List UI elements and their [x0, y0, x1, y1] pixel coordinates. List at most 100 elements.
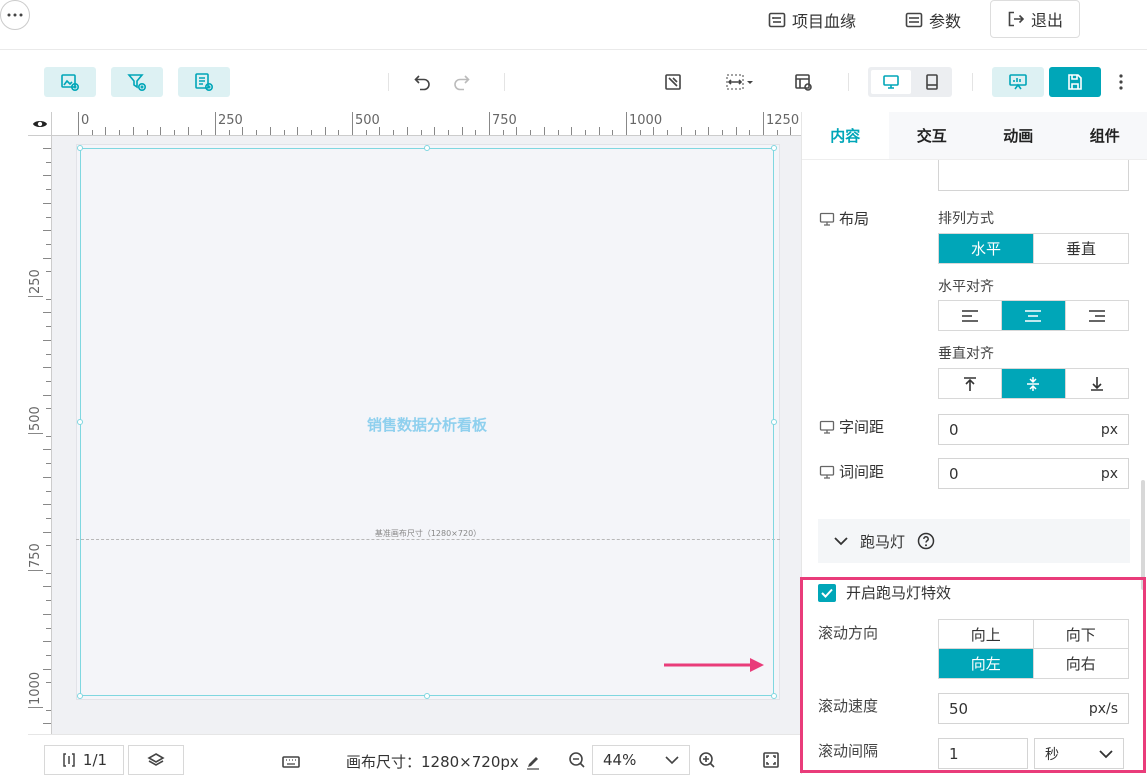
resize-handle[interactable]	[771, 145, 777, 151]
fit-screen-button[interactable]	[762, 751, 780, 773]
tab-animation[interactable]: 动画	[975, 112, 1062, 159]
params-button[interactable]: 参数	[905, 4, 961, 36]
ruler-h-tick	[270, 127, 271, 135]
panel-tabs: 内容 交互 动画 组件	[802, 112, 1147, 160]
align-middle-option[interactable]	[1001, 369, 1064, 398]
align-right-option[interactable]	[1065, 301, 1128, 330]
ruler-v-label: 1000	[28, 672, 43, 708]
panel-scrollbar[interactable]	[1141, 480, 1145, 590]
mobile-view-button[interactable]	[916, 70, 948, 94]
resize-handle[interactable]	[424, 693, 430, 699]
ruler-h-tick	[297, 127, 298, 135]
add-filter-button[interactable]	[111, 67, 163, 97]
word-spacing-unit: px	[1101, 466, 1118, 482]
resize-handle[interactable]	[77, 693, 83, 699]
more-options-button[interactable]	[0, 0, 30, 30]
ruler-h-tick	[242, 127, 243, 135]
ruler-h-tick	[777, 130, 778, 135]
ruler-h-tick	[599, 127, 600, 135]
page-navigator-button[interactable]: 1/1	[44, 745, 124, 775]
project-lineage-button[interactable]: 项目血缘	[768, 4, 856, 36]
help-icon[interactable]	[917, 532, 935, 550]
distribute-dropdown[interactable]	[720, 67, 760, 97]
tab-component[interactable]: 组件	[1062, 112, 1147, 159]
ruler-h-tick	[133, 127, 134, 135]
page-settings-icon	[793, 72, 813, 92]
ruler-h-tick	[667, 130, 668, 135]
ruler-h-tick	[503, 130, 504, 135]
ruler-h-label: 1250	[763, 112, 799, 136]
ruler-h-tick	[393, 130, 394, 135]
text-content-field[interactable]	[938, 160, 1129, 191]
zoom-value: 44%	[603, 751, 636, 769]
ruler-h-label: 0	[78, 112, 89, 136]
ruler-h-tick	[681, 127, 682, 135]
keyboard-shortcuts-button[interactable]	[282, 753, 302, 769]
redo-button[interactable]	[444, 67, 478, 97]
toolbar-more-button[interactable]	[1114, 71, 1128, 93]
resize-handle[interactable]	[77, 145, 83, 151]
arrange-horizontal-option[interactable]: 水平	[939, 234, 1033, 263]
params-label: 参数	[929, 8, 961, 32]
arrange-vertical-option[interactable]: 垂直	[1033, 234, 1128, 263]
align-center-icon	[1024, 309, 1042, 323]
preview-button[interactable]	[992, 67, 1044, 97]
layout-label: 布局	[819, 208, 869, 229]
add-image-button[interactable]	[44, 67, 96, 97]
params-icon	[905, 11, 923, 29]
ruler-v-tick	[43, 532, 51, 533]
letter-spacing-value: 0	[949, 421, 959, 439]
ruler-h-tick	[105, 127, 106, 135]
align-top-option[interactable]	[939, 369, 1001, 398]
resize-handle[interactable]	[424, 145, 430, 151]
ruler-v-tick	[46, 381, 51, 382]
desktop-view-button[interactable]	[871, 70, 911, 94]
board-title-text: 销售数据分析看板	[80, 414, 774, 435]
align-center-option[interactable]	[1001, 301, 1064, 330]
page-brackets-icon	[61, 752, 77, 768]
align-left-option[interactable]	[939, 301, 1001, 330]
exit-button[interactable]: 退出	[990, 0, 1080, 38]
tab-interaction[interactable]: 交互	[889, 112, 976, 159]
word-spacing-input[interactable]: 0 px	[938, 458, 1129, 489]
edit-pen-icon[interactable]	[525, 754, 541, 770]
exit-icon	[1007, 10, 1025, 28]
resize-handle[interactable]	[771, 693, 777, 699]
page-settings-button[interactable]	[786, 67, 820, 97]
ruler-visibility-toggle[interactable]	[28, 112, 52, 136]
marquee-section-header[interactable]: 跑马灯	[818, 519, 1130, 563]
ruler-v-tick	[43, 641, 51, 642]
ruler-v-tick	[43, 669, 51, 670]
top-bar: 项目血缘 参数 退出	[0, 0, 1147, 50]
desktop-icon	[819, 419, 835, 435]
save-button[interactable]	[1049, 67, 1101, 97]
arrange-toggle: 水平 垂直	[938, 233, 1129, 264]
ruler-h-tick	[366, 130, 367, 135]
ruler-v-tick	[43, 586, 51, 587]
letter-spacing-input[interactable]: 0 px	[938, 414, 1129, 445]
zoom-select[interactable]: 44%	[592, 745, 690, 775]
format-brush-button[interactable]	[656, 67, 690, 97]
ruler-v-tick	[46, 545, 51, 546]
undo-button[interactable]	[406, 67, 440, 97]
ruler-v-tick	[43, 148, 51, 149]
ruler-v-tick	[43, 723, 51, 724]
tab-content[interactable]: 内容	[802, 112, 889, 159]
add-table-button[interactable]	[178, 67, 230, 97]
align-bottom-option[interactable]	[1065, 369, 1128, 398]
ruler-h-tick	[174, 130, 175, 135]
toolbar-divider	[848, 73, 849, 91]
letter-spacing-label-text: 字间距	[839, 416, 884, 437]
valign-toggle	[938, 368, 1129, 399]
zoom-out-button[interactable]	[568, 751, 586, 773]
ruler-v-tick	[46, 710, 51, 711]
ruler-h-tick	[722, 130, 723, 135]
layers-button[interactable]	[128, 745, 184, 775]
ruler-v-tick	[43, 258, 51, 259]
ruler-h-tick	[421, 130, 422, 135]
ruler-v-tick	[43, 312, 51, 313]
ruler-h-tick	[407, 127, 408, 135]
zoom-in-button[interactable]	[698, 751, 716, 773]
ruler-h-tick	[448, 130, 449, 135]
canvas-size-display: 画布尺寸：1280×720px	[346, 751, 541, 772]
